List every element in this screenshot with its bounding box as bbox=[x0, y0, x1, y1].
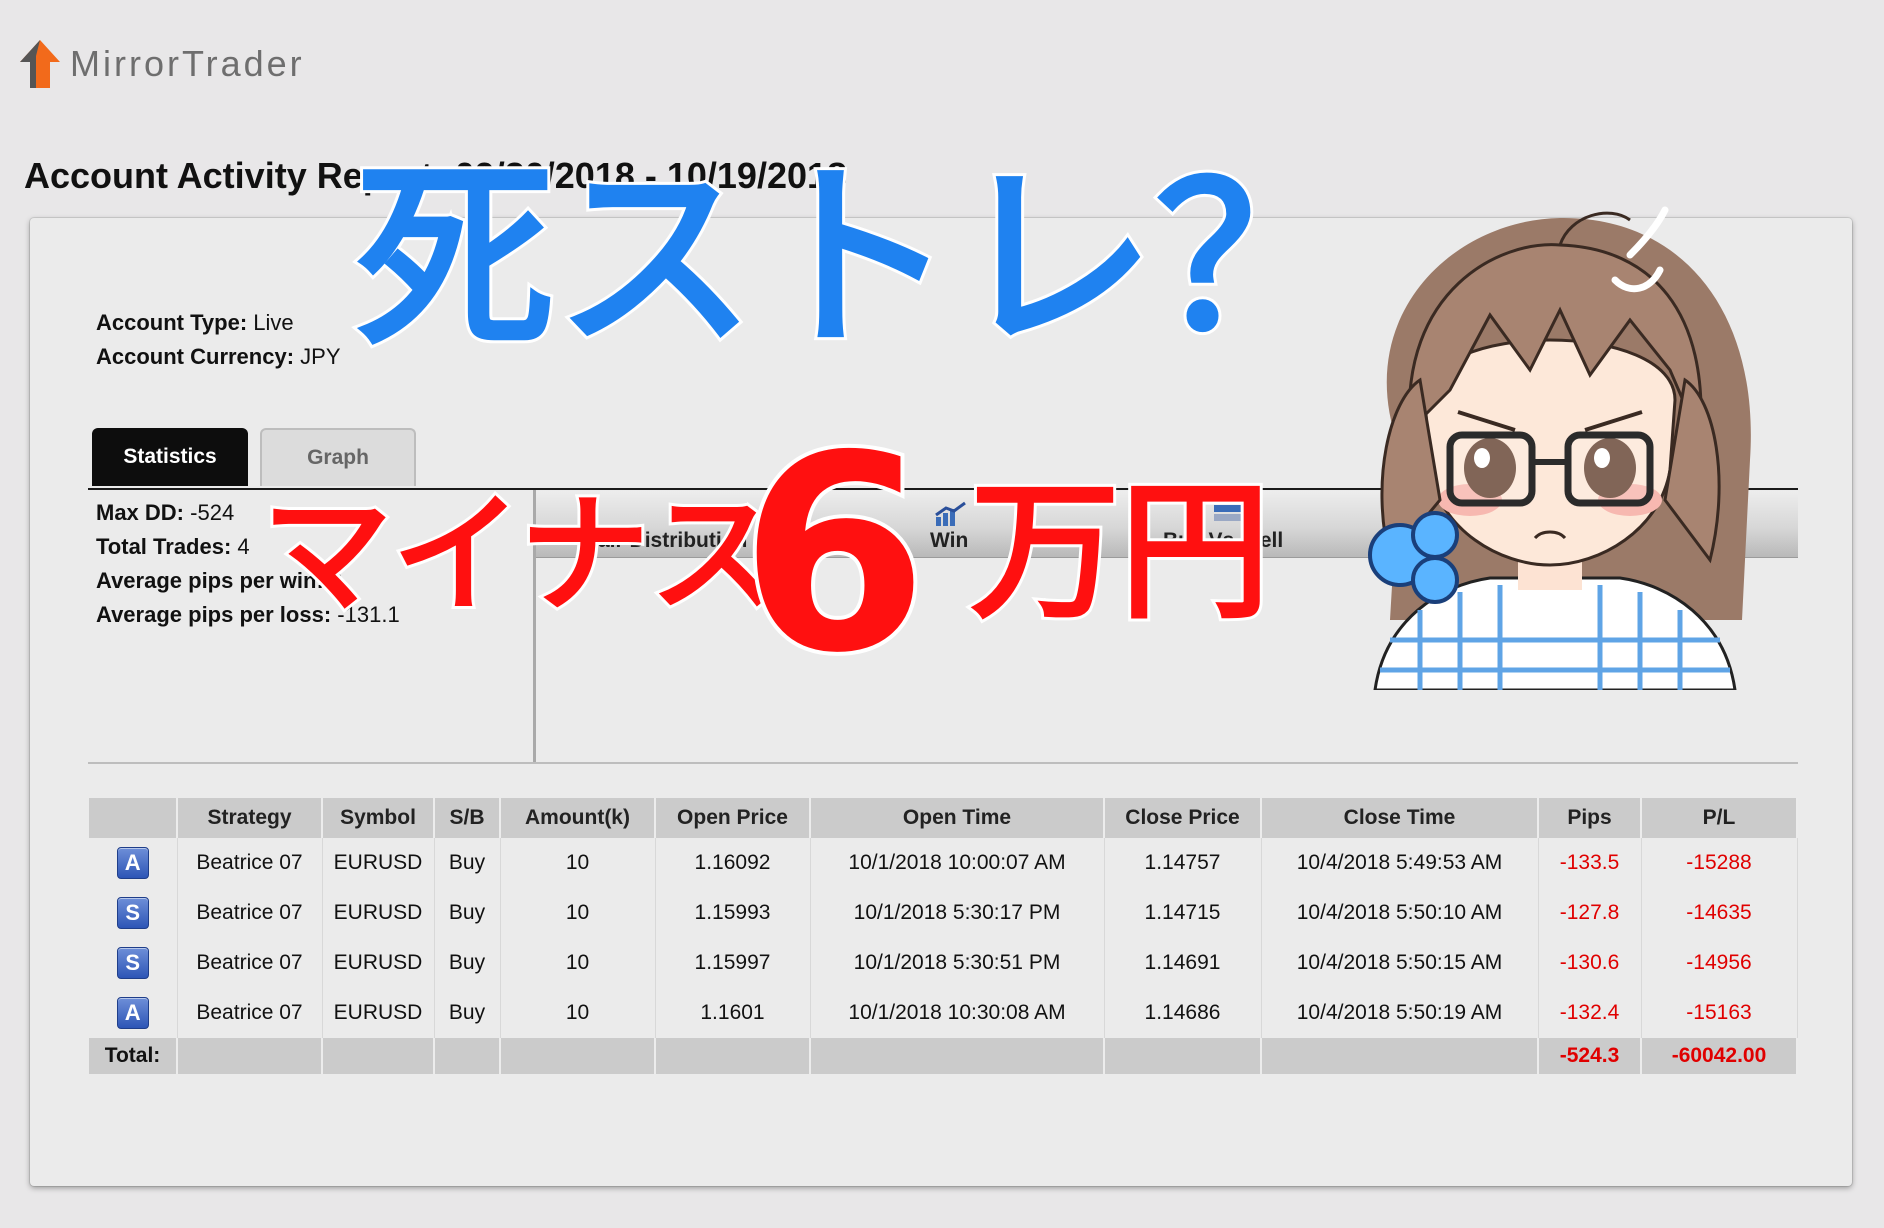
cell-pips: -132.4 bbox=[1538, 988, 1642, 1038]
cell-open-price: 1.15997 bbox=[655, 938, 811, 988]
cell-symbol: EURUSD bbox=[322, 888, 435, 938]
col-header-open-price[interactable]: Open Price bbox=[655, 798, 811, 838]
cell-open-time: 10/1/2018 5:30:51 PM bbox=[810, 938, 1105, 988]
col-header-pl[interactable]: P/L bbox=[1641, 798, 1798, 838]
cell-pips: -130.6 bbox=[1538, 938, 1642, 988]
col-header-amount[interactable]: Amount(k) bbox=[500, 798, 656, 838]
win-chart-icon bbox=[935, 501, 966, 526]
cell-sb: Buy bbox=[434, 988, 501, 1038]
mirrortrader-logo: MirrorTrader bbox=[18, 38, 305, 90]
col-header-strategy[interactable]: Strategy bbox=[177, 798, 323, 838]
cell-sb: Buy bbox=[434, 838, 501, 888]
cell-amount: 10 bbox=[500, 938, 656, 988]
trade-type-badge-icon: A bbox=[116, 997, 149, 1029]
cell-sb: Buy bbox=[434, 888, 501, 938]
cell-open-time: 10/1/2018 10:30:08 AM bbox=[810, 988, 1105, 1038]
cell-close-time: 10/4/2018 5:50:10 AM bbox=[1261, 888, 1539, 938]
cell-pl: -14635 bbox=[1641, 888, 1798, 938]
cell-pips: -133.5 bbox=[1538, 838, 1642, 888]
cell-pl: -15288 bbox=[1641, 838, 1798, 888]
cell-close-time: 10/4/2018 5:49:53 AM bbox=[1261, 838, 1539, 888]
cell-strategy: Beatrice 07 bbox=[177, 988, 323, 1038]
overlay-amount: 6 bbox=[736, 397, 932, 712]
trade-type-badge-icon: S bbox=[116, 947, 149, 979]
subtab-win[interactable]: Win bbox=[930, 529, 968, 553]
account-type: Account Type: Live bbox=[96, 310, 294, 335]
total-pl: -60042.00 bbox=[1641, 1038, 1798, 1074]
cell-symbol: EURUSD bbox=[322, 838, 435, 888]
table-row: A Beatrice 07 EURUSD Buy 10 1.1601 10/1/… bbox=[89, 988, 1798, 1038]
total-pips: -524.3 bbox=[1538, 1038, 1642, 1074]
logo-wordmark: MirrorTrader bbox=[70, 43, 305, 84]
section-divider bbox=[88, 762, 1798, 764]
col-header-badge bbox=[89, 798, 178, 838]
col-header-close-price[interactable]: Close Price bbox=[1104, 798, 1262, 838]
cell-open-price: 1.16092 bbox=[655, 838, 811, 888]
cell-strategy: Beatrice 07 bbox=[177, 838, 323, 888]
cell-close-price: 1.14757 bbox=[1104, 838, 1262, 888]
col-header-close-time[interactable]: Close Time bbox=[1261, 798, 1539, 838]
cell-open-price: 1.15993 bbox=[655, 888, 811, 938]
trade-type-badge-icon: S bbox=[116, 897, 149, 929]
col-header-symbol[interactable]: Symbol bbox=[322, 798, 435, 838]
overlay-unit: 万円 bbox=[967, 466, 1273, 640]
anime-girl-illustration bbox=[1368, 206, 1751, 690]
tab-graph[interactable]: Graph bbox=[260, 428, 416, 486]
tab-statistics[interactable]: Statistics bbox=[92, 428, 248, 486]
col-header-sb[interactable]: S/B bbox=[434, 798, 501, 838]
cell-close-time: 10/4/2018 5:50:19 AM bbox=[1261, 988, 1539, 1038]
table-row: S Beatrice 07 EURUSD Buy 10 1.15993 10/1… bbox=[89, 888, 1798, 938]
cell-close-price: 1.14691 bbox=[1104, 938, 1262, 988]
table-header-row: Strategy Symbol S/B Amount(k) Open Price… bbox=[89, 798, 1798, 838]
cell-pl: -15163 bbox=[1641, 988, 1798, 1038]
cell-strategy: Beatrice 07 bbox=[177, 938, 323, 988]
cell-amount: 10 bbox=[500, 838, 656, 888]
cell-sb: Buy bbox=[434, 938, 501, 988]
trades-table: Strategy Symbol S/B Amount(k) Open Price… bbox=[89, 798, 1798, 1074]
cell-strategy: Beatrice 07 bbox=[177, 888, 323, 938]
overlay-headline: 死ストレ？ bbox=[352, 143, 1358, 376]
cell-amount: 10 bbox=[500, 988, 656, 1038]
col-header-pips[interactable]: Pips bbox=[1538, 798, 1642, 838]
cell-pl: -14956 bbox=[1641, 938, 1798, 988]
overlay-minus: マイナス bbox=[259, 479, 782, 631]
cell-open-price: 1.1601 bbox=[655, 988, 811, 1038]
stat-total-trades: Total Trades: 4 bbox=[96, 534, 250, 559]
cell-amount: 10 bbox=[500, 888, 656, 938]
cell-pips: -127.8 bbox=[1538, 888, 1642, 938]
cell-close-price: 1.14686 bbox=[1104, 988, 1262, 1038]
account-currency: Account Currency: JPY bbox=[96, 344, 341, 369]
table-row: A Beatrice 07 EURUSD Buy 10 1.16092 10/1… bbox=[89, 838, 1798, 888]
stat-max-dd: Max DD: -524 bbox=[96, 500, 235, 525]
table-row: S Beatrice 07 EURUSD Buy 10 1.15997 10/1… bbox=[89, 938, 1798, 988]
trade-type-badge-icon: A bbox=[116, 847, 149, 879]
cell-open-time: 10/1/2018 5:30:17 PM bbox=[810, 888, 1105, 938]
cell-symbol: EURUSD bbox=[322, 988, 435, 1038]
cell-close-time: 10/4/2018 5:50:15 AM bbox=[1261, 938, 1539, 988]
cell-close-price: 1.14715 bbox=[1104, 888, 1262, 938]
cell-open-time: 10/1/2018 10:00:07 AM bbox=[810, 838, 1105, 888]
table-total-row: Total: -524.3 -60042.00 bbox=[89, 1038, 1798, 1074]
cell-symbol: EURUSD bbox=[322, 938, 435, 988]
col-header-open-time[interactable]: Open Time bbox=[810, 798, 1105, 838]
up-arrow-logo-icon bbox=[20, 40, 60, 88]
total-label: Total: bbox=[89, 1038, 178, 1074]
